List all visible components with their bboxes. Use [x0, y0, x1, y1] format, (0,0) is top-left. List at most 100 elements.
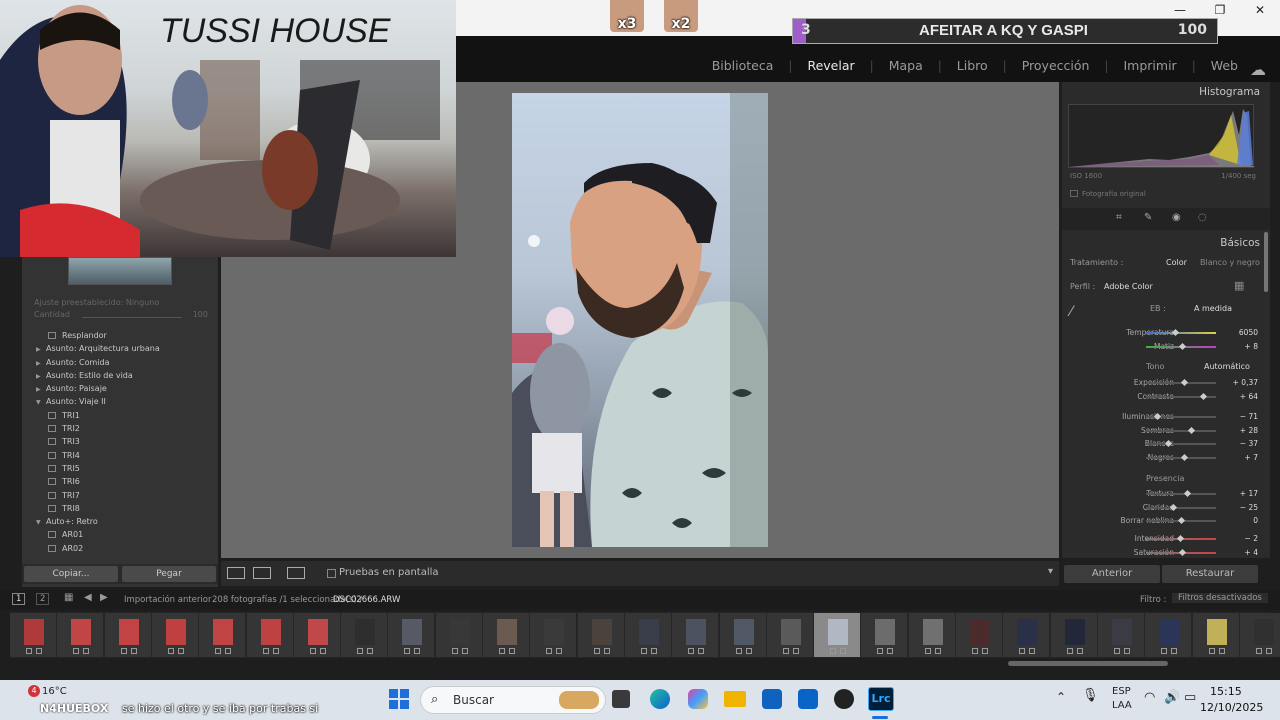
tone-auto-button[interactable]: Automático — [1204, 362, 1250, 371]
preset-item[interactable]: TRI8 — [22, 502, 218, 515]
slider-value[interactable]: + 64 — [1240, 392, 1258, 401]
slider-track[interactable] — [1146, 328, 1216, 337]
filmstrip-thumbnail[interactable] — [10, 613, 56, 657]
filmstrip-thumbnail[interactable] — [1003, 613, 1050, 657]
slider-track[interactable] — [1146, 548, 1216, 556]
filmstrip-thumbnail[interactable] — [57, 613, 104, 657]
filmstrip-scrollbar[interactable] — [1008, 661, 1168, 666]
slider-track[interactable] — [1146, 392, 1216, 400]
obs-icon[interactable] — [834, 689, 854, 709]
toolbar-menu-chevron-icon[interactable]: ▾ — [1048, 566, 1053, 577]
slider-exposición[interactable]: Exposición+ 0,37 — [1062, 376, 1270, 388]
filmstrip-thumbnail[interactable] — [151, 613, 198, 657]
module-web[interactable]: Web — [1211, 58, 1238, 73]
paste-button[interactable]: Pegar — [122, 566, 216, 582]
current-filename[interactable]: DSC02666.ARW — [333, 595, 400, 605]
close-button[interactable]: ✕ — [1240, 0, 1280, 20]
original-photo-toggle[interactable]: Fotografía original — [1082, 190, 1146, 198]
slider-blancos[interactable]: Blancos− 37 — [1062, 437, 1270, 449]
filmstrip-thumbnail[interactable] — [341, 613, 388, 657]
volume-icon[interactable]: 🔊 — [1164, 690, 1180, 705]
module-biblioteca[interactable]: Biblioteca — [712, 58, 774, 73]
preset-folder[interactable]: ▼ Asunto: Viaje II — [22, 395, 218, 408]
navigator-preview[interactable] — [68, 257, 172, 285]
preset-item[interactable]: Resplandor — [22, 329, 218, 342]
triangle-right-icon[interactable]: ▶ — [36, 370, 46, 383]
module-revelar[interactable]: Revelar — [807, 58, 854, 73]
slider-borrar-neblina[interactable]: Borrar neblina0 — [1062, 514, 1270, 526]
crop-icon[interactable]: ⌗ — [1116, 212, 1122, 223]
tray-chevron-icon[interactable]: ⌃ — [1056, 690, 1066, 704]
module-mapa[interactable]: Mapa — [889, 58, 923, 73]
slider-value[interactable]: − 37 — [1240, 439, 1258, 448]
module-libro[interactable]: Libro — [957, 58, 988, 73]
filter-select[interactable]: Filtros desactivados — [1172, 593, 1268, 603]
amount-slider[interactable] — [82, 317, 182, 318]
preset-item[interactable]: TRI3 — [22, 435, 218, 448]
mask-icon[interactable]: ◌ — [1198, 212, 1207, 223]
slider-value[interactable]: + 7 — [1245, 453, 1258, 462]
filmstrip-thumbnail[interactable] — [435, 613, 482, 657]
softproof-checkbox[interactable] — [327, 569, 336, 578]
filmstrip-thumbnail[interactable] — [577, 613, 624, 657]
maximize-button[interactable]: ❐ — [1200, 0, 1240, 20]
filmstrip-thumbnail[interactable] — [1239, 613, 1280, 657]
preset-item[interactable]: TRI2 — [22, 422, 218, 435]
loupe-view-icon[interactable] — [227, 567, 245, 579]
filmstrip-thumbnail[interactable] — [1145, 613, 1192, 657]
filmstrip-thumbnail[interactable] — [956, 613, 1002, 657]
slider-track[interactable] — [1146, 516, 1216, 525]
taskbar-search[interactable]: ⌕ Buscar — [420, 686, 606, 714]
slider-track[interactable] — [1146, 503, 1216, 511]
weather-temp[interactable]: 16°C — [42, 686, 67, 697]
slider-knob[interactable] — [1179, 342, 1187, 350]
filmstrip-thumbnail[interactable] — [624, 613, 671, 657]
slider-track[interactable] — [1146, 342, 1216, 350]
right-panel-scrollbar[interactable] — [1264, 232, 1268, 292]
preset-folder[interactable]: ▼ Auto+: Retro — [22, 515, 218, 528]
slider-temperatura[interactable]: Temperatura6050 — [1062, 326, 1270, 338]
slider-knob[interactable] — [1180, 453, 1188, 461]
slider-knob[interactable] — [1180, 378, 1188, 387]
slider-negros[interactable]: Negros+ 7 — [1062, 451, 1270, 463]
preset-folder[interactable]: ▶ Asunto: Comida — [22, 356, 218, 369]
slider-track[interactable] — [1146, 426, 1216, 434]
slider-value[interactable]: 0 — [1253, 516, 1258, 525]
preset-item[interactable]: TRI6 — [22, 475, 218, 488]
brush-icon[interactable]: ✎ — [1144, 212, 1152, 223]
preset-value[interactable]: Ninguno — [126, 298, 159, 307]
slider-knob[interactable] — [1200, 392, 1208, 400]
slider-value[interactable]: − 71 — [1240, 412, 1258, 421]
module-proyección[interactable]: Proyección — [1022, 58, 1090, 73]
histogram-title[interactable]: Histograma — [1199, 86, 1260, 98]
yy-compare-icon[interactable] — [287, 567, 305, 579]
main-photo[interactable] — [512, 93, 768, 547]
slider-track[interactable] — [1146, 378, 1216, 387]
filmstrip-thumbnail[interactable] — [199, 613, 246, 657]
filmstrip-thumbnail[interactable] — [766, 613, 813, 657]
wb-eyedropper-icon[interactable]: ⁄ — [1070, 304, 1072, 320]
slider-value[interactable]: + 17 — [1240, 489, 1258, 498]
edge-icon[interactable] — [650, 689, 670, 709]
copy-button[interactable]: Copiar... — [24, 566, 118, 582]
slider-matiz[interactable]: Matiz+ 8 — [1062, 340, 1270, 352]
keyboard-layout[interactable]: LAA — [1112, 700, 1132, 711]
slider-iluminaciones[interactable]: Iluminaciones− 71 — [1062, 410, 1270, 422]
slider-track[interactable] — [1146, 453, 1216, 461]
before-after-icon[interactable] — [253, 567, 271, 579]
slider-saturación[interactable]: Saturación+ 4 — [1062, 546, 1270, 558]
filmstrip-thumbnail[interactable] — [293, 613, 340, 657]
preset-item[interactable]: AR02 — [22, 542, 218, 555]
profile-select[interactable]: Adobe Color — [1104, 282, 1153, 291]
module-imprimir[interactable]: Imprimir — [1123, 58, 1176, 73]
filmstrip-thumbnail[interactable] — [1097, 613, 1144, 657]
lightroom-classic-icon[interactable]: Lrc — [868, 687, 894, 711]
store-icon[interactable] — [762, 689, 782, 709]
wifi-icon[interactable]: ◠ — [1144, 690, 1155, 705]
grid-icon[interactable]: ▦ — [64, 592, 73, 603]
original-photo-checkbox[interactable] — [1070, 190, 1078, 197]
triangle-right-icon[interactable]: ▶ — [36, 383, 46, 396]
filmstrip-thumbnail[interactable] — [719, 613, 766, 657]
previous-button[interactable]: Anterior — [1064, 565, 1160, 583]
treatment-bw[interactable]: Blanco y negro — [1200, 258, 1260, 267]
